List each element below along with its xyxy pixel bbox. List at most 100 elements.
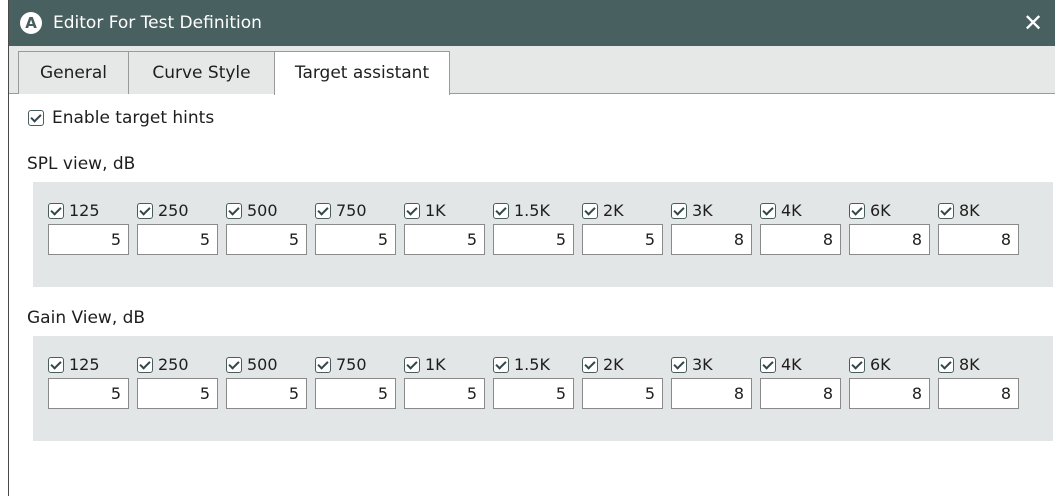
editor-window: A Editor For Test Definition ✕ General C… xyxy=(8,0,1055,496)
gain-band-header[interactable]: 125 xyxy=(48,355,100,374)
title-bar[interactable]: A Editor For Test Definition ✕ xyxy=(9,0,1055,46)
spl-band-header[interactable]: 500 xyxy=(226,201,278,220)
gain-band-header[interactable]: 500 xyxy=(226,355,278,374)
spl-band-header[interactable]: 750 xyxy=(315,201,367,220)
spl-band-value-input[interactable] xyxy=(137,224,218,255)
gain-band-label: 4K xyxy=(781,355,802,374)
gain-band-label: 1.5K xyxy=(514,355,550,374)
gain-band-value-input[interactable] xyxy=(226,378,307,409)
spl-band-value-input[interactable] xyxy=(849,224,930,255)
spl-band-value-input[interactable] xyxy=(404,224,485,255)
spl-band-checkbox[interactable] xyxy=(760,202,776,219)
gain-band-checkbox[interactable] xyxy=(760,356,776,373)
spl-band-checkbox[interactable] xyxy=(582,202,598,219)
tab-target-assistant[interactable]: Target assistant xyxy=(274,51,450,95)
spl-band-label: 500 xyxy=(247,201,278,220)
spl-band-header[interactable]: 3K xyxy=(671,201,713,220)
spl-band-value-input[interactable] xyxy=(671,224,752,255)
spl-band-value-input[interactable] xyxy=(48,224,129,255)
gain-band-checkbox[interactable] xyxy=(137,356,153,373)
gain-band-value-input[interactable] xyxy=(582,378,663,409)
gain-band-value-input[interactable] xyxy=(315,378,396,409)
spl-band-value-input[interactable] xyxy=(938,224,1019,255)
gain-band-header[interactable]: 250 xyxy=(137,355,189,374)
gain-band-label: 500 xyxy=(247,355,278,374)
spl-band-checkbox[interactable] xyxy=(493,202,509,219)
spl-band-header[interactable]: 6K xyxy=(849,201,891,220)
gain-band-label: 8K xyxy=(959,355,980,374)
spl-band-label: 250 xyxy=(158,201,189,220)
gain-band-checkbox[interactable] xyxy=(582,356,598,373)
gain-band-header[interactable]: 8K xyxy=(938,355,980,374)
gain-band-header[interactable]: 3K xyxy=(671,355,713,374)
spl-band-header[interactable]: 4K xyxy=(760,201,802,220)
tab-curve-style[interactable]: Curve Style xyxy=(128,51,275,94)
target-assistant-content: Enable target hints SPL view, dB 125 250 5… xyxy=(9,94,1055,496)
gain-band-value-input[interactable] xyxy=(404,378,485,409)
app-logo-icon: A xyxy=(20,12,42,34)
spl-band-label: 1.5K xyxy=(514,201,550,220)
gain-band-label: 1K xyxy=(425,355,446,374)
gain-band-label: 750 xyxy=(336,355,367,374)
spl-band-label: 6K xyxy=(870,201,891,220)
spl-band-value-input[interactable] xyxy=(315,224,396,255)
gain-band-value-input[interactable] xyxy=(493,378,574,409)
spl-band-label: 750 xyxy=(336,201,367,220)
gain-view-panel: 125 250 500 750 1K 1.5K 2K 3K 4K 6K 8K xyxy=(33,336,1053,441)
gain-band-value-input[interactable] xyxy=(137,378,218,409)
spl-band-header[interactable]: 125 xyxy=(48,201,100,220)
spl-band-header[interactable]: 2K xyxy=(582,201,624,220)
gain-band-checkbox[interactable] xyxy=(404,356,420,373)
spl-band-checkbox[interactable] xyxy=(849,202,865,219)
spl-band-value-input[interactable] xyxy=(493,224,574,255)
spl-band-checkbox[interactable] xyxy=(404,202,420,219)
tab-general[interactable]: General xyxy=(18,51,129,94)
spl-band-label: 3K xyxy=(692,201,713,220)
spl-band-checkbox[interactable] xyxy=(226,202,242,219)
gain-band-checkbox[interactable] xyxy=(315,356,331,373)
gain-band-checkbox[interactable] xyxy=(493,356,509,373)
enable-target-hints-label: Enable target hints xyxy=(52,108,215,128)
spl-band-header[interactable]: 1K xyxy=(404,201,446,220)
spl-band-checkbox[interactable] xyxy=(938,202,954,219)
enable-target-hints-checkbox[interactable] xyxy=(28,110,44,126)
gain-band-header[interactable]: 2K xyxy=(582,355,624,374)
spl-band-checkbox[interactable] xyxy=(48,202,64,219)
spl-band-value-input[interactable] xyxy=(226,224,307,255)
gain-band-label: 125 xyxy=(69,355,100,374)
spl-band-checkbox[interactable] xyxy=(671,202,687,219)
gain-band-checkbox[interactable] xyxy=(48,356,64,373)
gain-band-checkbox[interactable] xyxy=(849,356,865,373)
spl-band-header[interactable]: 250 xyxy=(137,201,189,220)
gain-band-label: 6K xyxy=(870,355,891,374)
gain-band-header[interactable]: 1.5K xyxy=(493,355,550,374)
gain-band-value-input[interactable] xyxy=(760,378,841,409)
gain-band-header[interactable]: 6K xyxy=(849,355,891,374)
spl-band-header[interactable]: 1.5K xyxy=(493,201,550,220)
gain-view-label: Gain View, dB xyxy=(27,308,146,328)
spl-band-value-input[interactable] xyxy=(582,224,663,255)
gain-band-header[interactable]: 4K xyxy=(760,355,802,374)
spl-band-label: 4K xyxy=(781,201,802,220)
spl-band-label: 8K xyxy=(959,201,980,220)
spl-band-value-input[interactable] xyxy=(760,224,841,255)
gain-band-label: 250 xyxy=(158,355,189,374)
close-button[interactable]: ✕ xyxy=(1016,6,1050,40)
spl-band-label: 1K xyxy=(425,201,446,220)
spl-band-label: 2K xyxy=(603,201,624,220)
gain-band-header[interactable]: 1K xyxy=(404,355,446,374)
enable-target-hints-row[interactable]: Enable target hints xyxy=(28,108,214,128)
spl-band-checkbox[interactable] xyxy=(137,202,153,219)
gain-band-value-input[interactable] xyxy=(48,378,129,409)
spl-band-header[interactable]: 8K xyxy=(938,201,980,220)
gain-band-header[interactable]: 750 xyxy=(315,355,367,374)
gain-band-label: 3K xyxy=(692,355,713,374)
gain-band-value-input[interactable] xyxy=(938,378,1019,409)
spl-band-checkbox[interactable] xyxy=(315,202,331,219)
gain-band-checkbox[interactable] xyxy=(671,356,687,373)
gain-band-checkbox[interactable] xyxy=(226,356,242,373)
tab-strip: General Curve Style Target assistant xyxy=(9,46,1055,95)
gain-band-value-input[interactable] xyxy=(849,378,930,409)
gain-band-checkbox[interactable] xyxy=(938,356,954,373)
gain-band-value-input[interactable] xyxy=(671,378,752,409)
